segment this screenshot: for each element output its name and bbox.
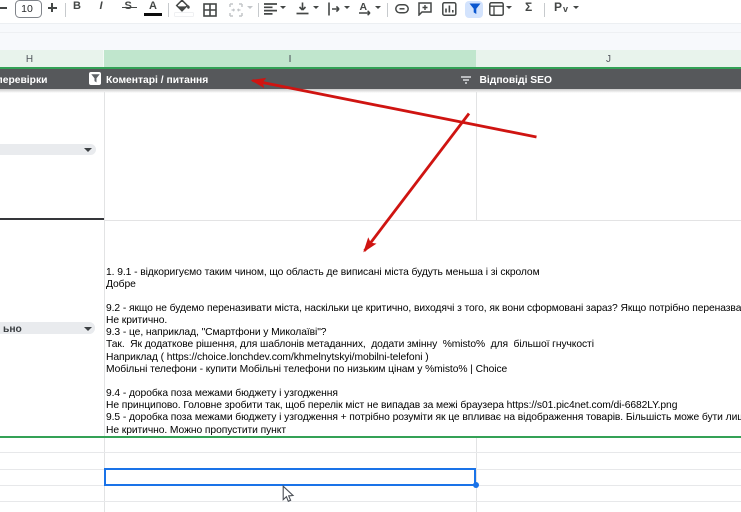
svg-text:A: A	[360, 1, 368, 13]
